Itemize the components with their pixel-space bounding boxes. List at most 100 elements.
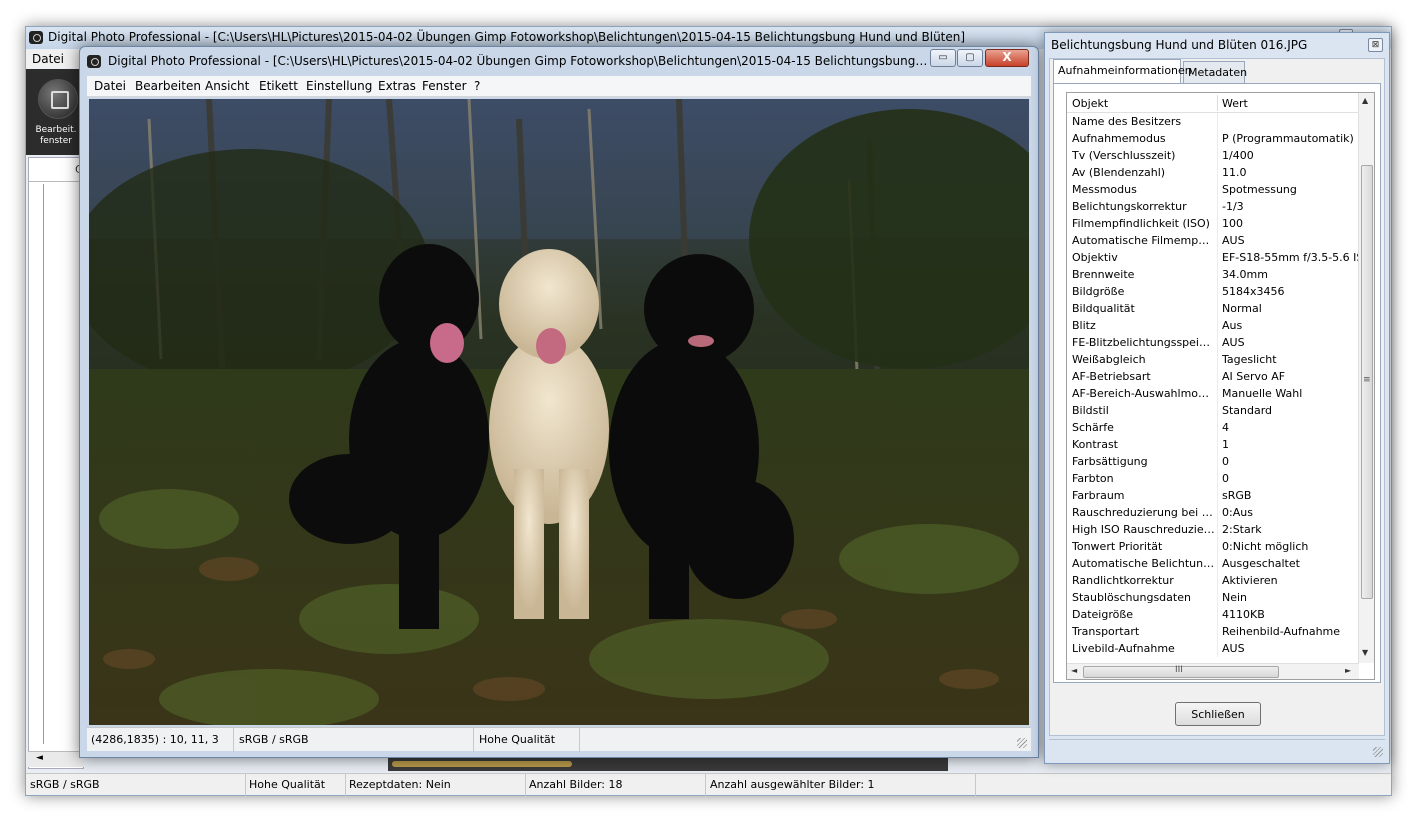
info-row-value: 100 xyxy=(1222,217,1243,230)
menu-einstellung[interactable]: Einstellung xyxy=(306,79,372,93)
info-row[interactable]: Blitz Aus xyxy=(1067,317,1359,334)
cell-divider xyxy=(1217,198,1218,215)
info-row[interactable]: Farbton 0 xyxy=(1067,470,1359,487)
cell-divider xyxy=(1217,589,1218,606)
info-row[interactable]: AF-Bereich-Auswahlmodus Manuelle Wahl xyxy=(1067,385,1359,402)
info-row[interactable]: Aufnahmemodus P (Programmautomatik) xyxy=(1067,130,1359,147)
column-header-objekt[interactable]: Objekt xyxy=(1072,97,1108,110)
main-menubar: Datei xyxy=(26,50,86,68)
info-row[interactable]: Name des Besitzers xyxy=(1067,113,1359,130)
scroll-grip-icon: ≡ xyxy=(1363,375,1371,385)
info-row-key: Belichtungskorrektur xyxy=(1072,200,1187,213)
info-row-key: Automatische Belichtungso... xyxy=(1072,557,1216,570)
main-menu-datei[interactable]: Datei xyxy=(32,52,64,66)
info-row-key: Farbton xyxy=(1072,472,1114,485)
folder-tree-header: C xyxy=(29,158,83,182)
info-row[interactable]: Belichtungskorrektur -1/3 xyxy=(1067,198,1359,215)
tab-aufnahmeinformationen[interactable]: Aufnahmeinformationen xyxy=(1053,59,1192,83)
info-row[interactable]: Farbraum sRGB xyxy=(1067,487,1359,504)
info-row[interactable]: Brennweite 34.0mm xyxy=(1067,266,1359,283)
edit-window-label: Bearbeit. fenster xyxy=(35,125,77,146)
info-row[interactable]: Kontrast 1 xyxy=(1067,436,1359,453)
cell-divider xyxy=(1217,623,1218,640)
info-row[interactable]: Weißabgleich Tageslicht xyxy=(1067,351,1359,368)
column-header-wert[interactable]: Wert xyxy=(1222,97,1248,110)
info-row[interactable]: High ISO Rauschreduzierung 2:Stark xyxy=(1067,521,1359,538)
menu-fenster[interactable]: Fenster xyxy=(422,79,467,93)
info-row[interactable]: Tv (Verschlusszeit) 1/400 xyxy=(1067,147,1359,164)
info-row[interactable]: Automatische Filmempfindli... AUS xyxy=(1067,232,1359,249)
minimize-button[interactable]: ▭ xyxy=(930,49,956,67)
image-window-title-bar[interactable]: Digital Photo Professional - [C:\Users\H… xyxy=(80,47,1038,75)
cell-divider xyxy=(1217,487,1218,504)
info-row-key: Av (Blendenzahl) xyxy=(1072,166,1166,179)
info-row-key: Farbraum xyxy=(1072,489,1125,502)
info-row[interactable]: Av (Blendenzahl) 11.0 xyxy=(1067,164,1359,181)
info-row[interactable]: Rauschreduzierung bei Lan... 0:Aus xyxy=(1067,504,1359,521)
folder-tree-pane[interactable]: C xyxy=(28,157,84,769)
scroll-up-icon[interactable]: ▲ xyxy=(1362,96,1368,105)
menu-extras[interactable]: Extras xyxy=(378,79,416,93)
status-selected-count: Anzahl ausgewählter Bilder: 1 xyxy=(710,778,875,791)
cell-divider xyxy=(1217,538,1218,555)
left-pane-scrollbar[interactable]: ◄ xyxy=(28,751,84,767)
close-button[interactable]: X xyxy=(985,49,1029,67)
cell-divider xyxy=(1217,130,1218,147)
horizontal-scrollbar[interactable]: ◄ III ► xyxy=(1067,663,1359,679)
info-row[interactable]: Farbsättigung 0 xyxy=(1067,453,1359,470)
menu-datei[interactable]: Datei xyxy=(94,79,126,93)
info-row[interactable]: Tonwert Priorität 0:Nicht möglich xyxy=(1067,538,1359,555)
status-image-count: Anzahl Bilder: 18 xyxy=(529,778,623,791)
info-row-value: Ausgeschaltet xyxy=(1222,557,1300,570)
info-row[interactable]: Transportart Reihenbild-Aufnahme xyxy=(1067,623,1359,640)
hscroll-grip-icon: III xyxy=(1175,665,1183,675)
info-row-value: P (Programmautomatik) xyxy=(1222,132,1354,145)
info-row[interactable]: Staublöschungsdaten Nein xyxy=(1067,589,1359,606)
scroll-left-icon[interactable]: ◄ xyxy=(36,753,43,763)
scroll-left-icon[interactable]: ◄ xyxy=(1071,666,1077,675)
menu-etikett[interactable]: Etikett xyxy=(259,79,298,93)
info-row[interactable]: Schärfe 4 xyxy=(1067,419,1359,436)
info-row[interactable]: Messmodus Spotmessung xyxy=(1067,181,1359,198)
status-recipe: Rezeptdaten: Nein xyxy=(349,778,451,791)
info-row-value: Standard xyxy=(1222,404,1273,417)
resize-grip-icon[interactable] xyxy=(1373,747,1383,757)
column-divider[interactable] xyxy=(1217,95,1218,111)
info-row[interactable]: Bildgröße 5184x3456 xyxy=(1067,283,1359,300)
tab-metadaten[interactable]: Metadaten xyxy=(1183,61,1247,83)
photo-preview[interactable] xyxy=(89,99,1029,725)
vertical-scrollbar[interactable]: ▲ ≡ ▼ xyxy=(1358,93,1374,663)
info-row-key: Staublöschungsdaten xyxy=(1072,591,1191,604)
resize-grip-icon[interactable] xyxy=(1017,738,1027,748)
info-row[interactable]: Bildqualität Normal xyxy=(1067,300,1359,317)
info-row[interactable]: FE-Blitzbelichtungsspeicher... AUS xyxy=(1067,334,1359,351)
menu-help[interactable]: ? xyxy=(474,79,480,93)
menu-ansicht[interactable]: Ansicht xyxy=(205,79,249,93)
info-row[interactable]: Automatische Belichtungso... Ausgeschalte… xyxy=(1067,555,1359,572)
info-row-value: 0 xyxy=(1222,472,1229,485)
info-row[interactable]: Randlichtkorrektur Aktivieren xyxy=(1067,572,1359,589)
info-row-key: FE-Blitzbelichtungsspeicher... xyxy=(1072,336,1216,349)
info-row[interactable]: Filmempfindlichkeit (ISO) 100 xyxy=(1067,215,1359,232)
cell-divider xyxy=(1217,572,1218,589)
info-row[interactable]: Dateigröße 4110KB xyxy=(1067,606,1359,623)
close-icon[interactable]: ⊠ xyxy=(1368,38,1383,52)
schliessen-button[interactable]: Schließen xyxy=(1175,702,1261,726)
info-row-key: Tv (Verschlusszeit) xyxy=(1072,149,1176,162)
menu-bearbeiten[interactable]: Bearbeiten xyxy=(135,79,201,93)
info-row[interactable]: Livebild-Aufnahme AUS xyxy=(1067,640,1359,657)
info-row-value: 1 xyxy=(1222,438,1229,451)
scroll-down-icon[interactable]: ▼ xyxy=(1362,648,1368,657)
edit-window-button[interactable] xyxy=(38,79,78,119)
maximize-button[interactable]: ▢ xyxy=(957,49,983,67)
info-row-key: Bildqualität xyxy=(1072,302,1135,315)
main-window-title: Digital Photo Professional - [C:\Users\H… xyxy=(48,30,966,44)
scroll-right-icon[interactable]: ► xyxy=(1345,666,1351,675)
info-row[interactable]: AF-Betriebsart AI Servo AF xyxy=(1067,368,1359,385)
cell-divider xyxy=(1217,215,1218,232)
info-row[interactable]: Bildstil Standard xyxy=(1067,402,1359,419)
info-row[interactable]: Objektiv EF-S18-55mm f/3.5-5.6 IS II xyxy=(1067,249,1359,266)
info-tab-panel: Objekt Wert Name des Besitzers Aufnahmemo… xyxy=(1053,83,1381,683)
info-row-value: Nein xyxy=(1222,591,1248,604)
info-row-value: 5184x3456 xyxy=(1222,285,1285,298)
